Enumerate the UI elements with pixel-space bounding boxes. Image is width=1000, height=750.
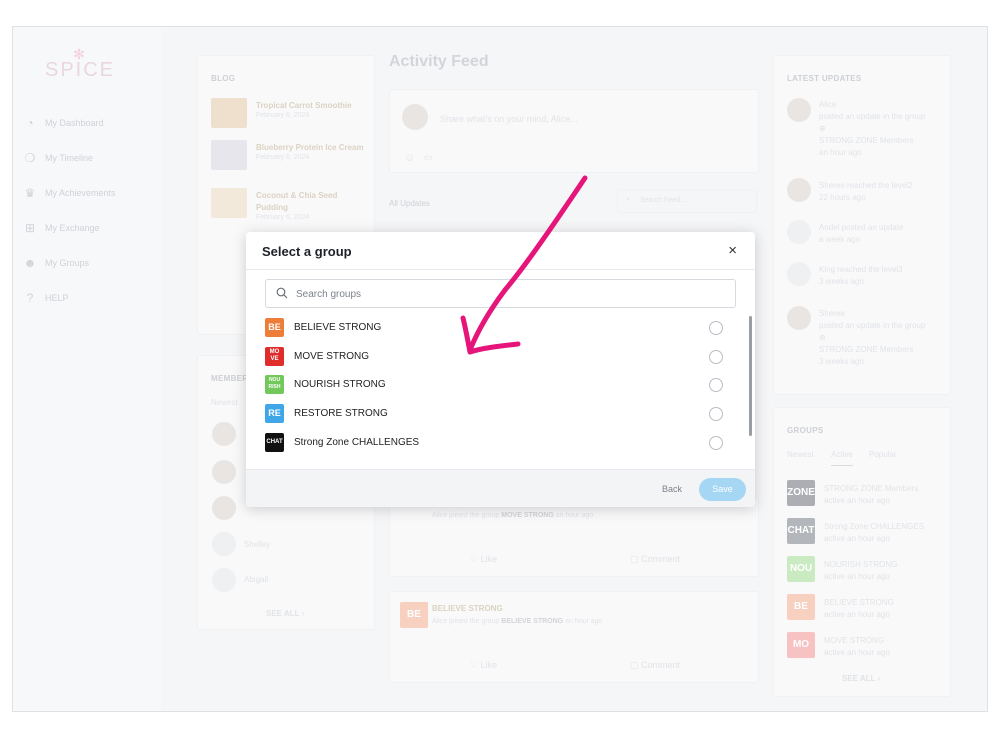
- annotation-arrow: [460, 175, 588, 355]
- arrow-shaft: [467, 175, 588, 353]
- arrow-head: [460, 315, 521, 355]
